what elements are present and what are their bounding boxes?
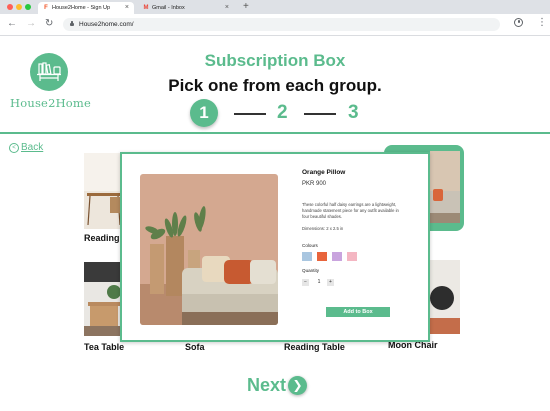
quantity-value[interactable]: 1	[314, 279, 324, 286]
quantity-label: Quantity	[302, 268, 320, 273]
item-label: Sofa	[185, 342, 205, 352]
product-description: These colorful half daisy earrings are a…	[302, 202, 399, 219]
step-connector	[234, 113, 266, 115]
browser-menu-icon[interactable]: ⋮	[537, 15, 547, 31]
quantity-increment-button[interactable]: +	[327, 279, 334, 286]
product-image-sofa-selected[interactable]	[430, 151, 460, 223]
figma-icon: F	[44, 5, 48, 11]
browser-tab-bar: F House2Home - Sign Up × M Gmail - Inbox…	[0, 0, 550, 14]
colours-label: Colours	[302, 243, 318, 248]
browser-toolbar: ← → ↻ House2home.com/	[0, 14, 550, 36]
product-image-tea-table[interactable]	[84, 262, 124, 336]
colour-swatch-orange[interactable]	[317, 252, 327, 261]
next-button[interactable]: Next	[247, 375, 286, 396]
step-1-indicator: 1	[190, 99, 218, 127]
back-link[interactable]: < Back	[9, 142, 43, 153]
browser-tab[interactable]: M Gmail - Inbox ×	[138, 2, 234, 14]
close-window-button[interactable]	[7, 4, 13, 10]
item-label: Reading Table	[284, 342, 345, 352]
colour-swatch-blue[interactable]	[302, 252, 312, 261]
reload-icon[interactable]: ↻	[45, 18, 53, 30]
brand-name: House2Home	[10, 96, 92, 110]
forward-arrow-icon[interactable]: →	[26, 18, 36, 30]
step-2-indicator: 2	[277, 102, 288, 123]
tab-close-icon[interactable]: ×	[125, 2, 129, 14]
tab-close-icon[interactable]: ×	[225, 2, 229, 14]
step-connector	[304, 113, 336, 115]
page-subtitle: Pick one from each group.	[168, 76, 382, 95]
lock-icon	[70, 21, 74, 26]
chevron-left-icon: <	[9, 143, 19, 153]
gmail-icon: M	[143, 5, 149, 11]
back-arrow-icon[interactable]: ←	[7, 18, 17, 30]
address-bar[interactable]: House2home.com/	[63, 18, 500, 31]
step-3-indicator: 3	[348, 102, 359, 123]
back-label: Back	[21, 142, 44, 153]
product-price: PKR 900	[302, 181, 327, 187]
minimize-window-button[interactable]	[16, 4, 22, 10]
account-icon[interactable]	[514, 18, 523, 27]
colour-swatch-purple[interactable]	[332, 252, 342, 261]
colour-swatch-pink[interactable]	[347, 252, 357, 261]
quantity-decrement-button[interactable]: −	[302, 279, 309, 286]
product-image-moon-chair[interactable]	[430, 260, 460, 334]
tab-title: House2Home - Sign Up	[52, 5, 111, 11]
browser-tab-active[interactable]: F House2Home - Sign Up ×	[38, 2, 134, 14]
product-photo	[140, 174, 278, 325]
page-title: Subscription Box	[204, 51, 346, 70]
tab-title: Gmail - Inbox	[152, 5, 185, 11]
url-text: House2home.com/	[79, 21, 134, 28]
add-to-box-button[interactable]: Add to Box	[326, 307, 390, 317]
header-divider	[0, 132, 550, 134]
chevron-right-icon[interactable]: ❯	[288, 376, 307, 395]
product-dimensions: Dimensions: 2 x 2.5 in	[302, 226, 344, 231]
item-label: Tea Table	[84, 342, 125, 352]
product-modal: Orange Pillow PKR 900 These colorful hal…	[120, 152, 430, 342]
product-name: Orange Pillow	[302, 169, 346, 176]
new-tab-button[interactable]: +	[243, 0, 249, 14]
maximize-window-button[interactable]	[25, 4, 31, 10]
product-image-reading-table[interactable]	[84, 153, 124, 229]
